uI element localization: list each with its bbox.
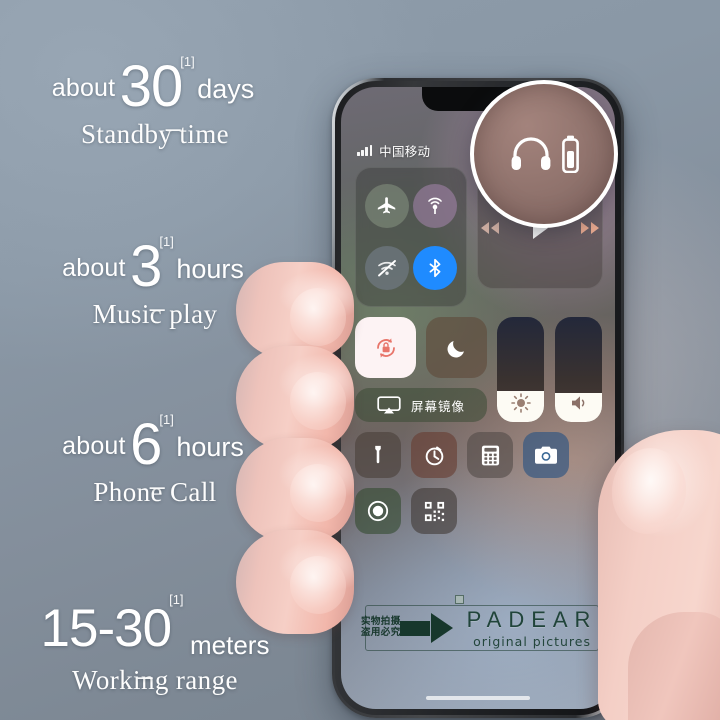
hand-palm [628,612,720,720]
watermark-tick [455,595,464,604]
brightness-slider[interactable] [497,317,544,422]
qr-scanner-button[interactable] [411,488,457,534]
flashlight-icon [375,445,381,464]
connectivity-panel[interactable] [355,167,467,307]
watermark-cn-line2: 盗用必究 [361,627,401,638]
camera-icon [535,446,557,464]
spec-underscore: _ [150,460,165,490]
calculator-button[interactable] [467,432,513,478]
spec-headline: 15-30[1] meters _ [0,593,310,678]
brand-subtitle: original pictures [473,634,591,649]
shortcuts-row-1 [355,432,601,478]
airplay-icon [377,395,401,413]
spec-item-phone-call: about 6[1] hours _ Phone Call [0,410,310,508]
spec-headline: about 3[1] hours _ [0,232,310,310]
moon-icon [447,340,464,357]
spec-superscript: [1] [159,233,174,249]
brand-name: PADEAR [466,607,598,632]
speaker-icon [555,391,602,415]
spec-superscript: [1] [159,411,174,427]
wifi-toggle[interactable] [365,246,409,290]
headphones-icon [511,137,550,170]
spec-unit: meters [190,630,270,660]
watermark-cn-text: 实物拍摄 盗用必究 [359,616,401,639]
arrow-head [430,613,453,643]
do-not-disturb-toggle[interactable] [426,317,487,378]
shortcuts-row-2 [355,488,601,534]
screen-record-button[interactable] [355,488,401,534]
spec-unit: hours [176,432,244,462]
arrow-shaft [399,620,430,636]
qr-icon [424,501,444,521]
watermark-arrow: 实物拍摄 盗用必究 [359,613,453,643]
spec-headline: about 30[1] days _ [0,52,310,130]
rewind-button[interactable] [478,218,502,238]
slider-group [497,317,602,422]
spec-prefix: about [62,254,126,282]
screen-mirroring-label: 屏幕镜像 [410,399,465,414]
spec-underscore: _ [150,282,165,312]
volume-slider[interactable] [555,317,602,422]
spec-headline: about 6[1] hours _ [0,410,310,488]
magnifier-callout [470,80,618,228]
spec-underscore: _ [138,650,153,680]
spec-list: about 30[1] days _ Standby time about 3[… [0,0,310,720]
flashlight-button[interactable] [355,432,401,478]
timer-icon [425,445,443,465]
spec-item-music-play: about 3[1] hours _ Music play [0,232,310,330]
screen-mirroring-button[interactable]: 屏幕镜像 [355,388,487,422]
watermark-brand-block: PADEAR original pictures [467,607,598,649]
spec-underscore: _ [166,102,181,132]
camera-button[interactable] [523,432,569,478]
home-indicator[interactable] [426,696,530,700]
spec-caption: Working range [72,665,238,695]
timer-button[interactable] [411,432,457,478]
spec-caption: Standby time [80,119,230,149]
cellular-data-toggle[interactable] [413,184,457,228]
spec-unit: hours [176,254,244,284]
control-center-row-mid: 屏幕镜像 [355,317,602,422]
rotation-lock-toggle[interactable] [355,317,416,378]
bluetooth-toggle[interactable] [413,246,457,290]
airplane-icon [377,197,396,214]
cellular-icon [428,197,442,214]
status-bar: 中国移动 [357,141,430,160]
product-banner: about 30[1] days _ Standby time about 3[… [0,0,720,720]
bluetooth-icon [429,258,441,278]
wifi-off-icon [378,260,396,277]
spec-item-working-range: 15-30[1] meters _ Working range [0,593,310,696]
spec-superscript: [1] [169,591,184,607]
spec-prefix: about [51,74,116,102]
battery-icon [561,135,579,173]
spec-prefix: about [62,432,126,460]
record-icon [367,500,389,522]
watermark: 实物拍摄 盗用必究 PADEAR original pictures [359,595,599,657]
carrier-label: 中国移动 [379,145,431,159]
forward-button[interactable] [578,218,602,238]
calculator-icon [481,445,499,465]
spec-superscript: [1] [180,53,195,69]
rotation-lock-icon [376,337,395,358]
spec-unit: days [197,74,255,104]
signal-strength-icon [357,145,373,156]
airplane-mode-toggle[interactable] [365,184,409,228]
spec-item-standby-time: about 30[1] days _ Standby time [0,52,310,150]
sun-icon [497,391,544,415]
